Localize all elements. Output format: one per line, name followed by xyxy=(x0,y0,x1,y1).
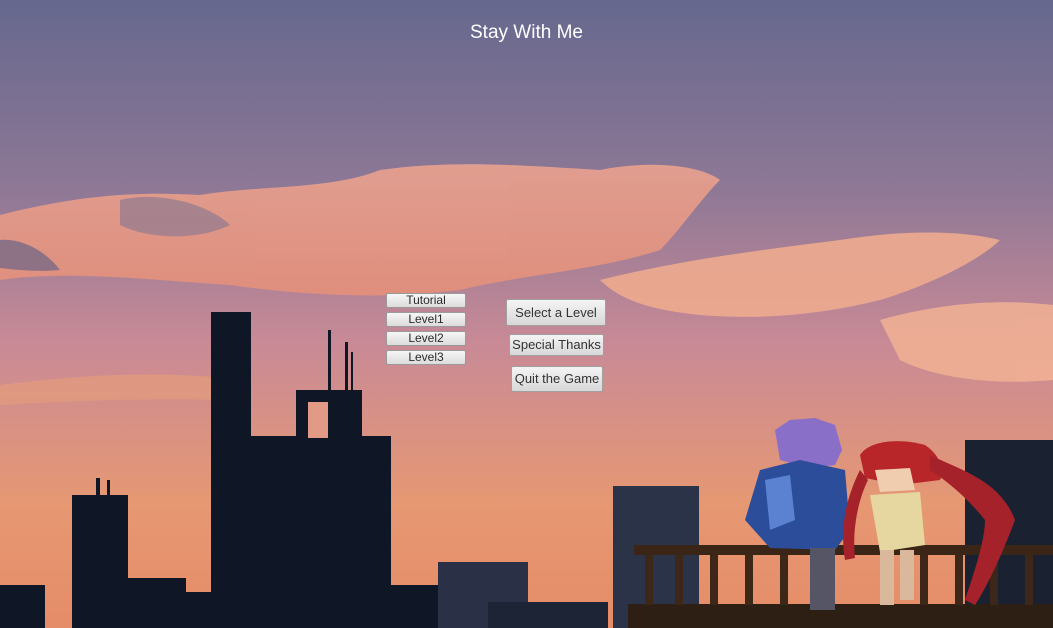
level3-button[interactable]: Level3 xyxy=(386,350,466,365)
select-level-button[interactable]: Select a Level xyxy=(506,299,606,326)
level1-button[interactable]: Level1 xyxy=(386,312,466,327)
special-thanks-button[interactable]: Special Thanks xyxy=(509,334,604,356)
game-title: Stay With Me xyxy=(470,22,583,43)
quit-game-button[interactable]: Quit the Game xyxy=(511,366,603,392)
level2-button[interactable]: Level2 xyxy=(386,331,466,346)
tutorial-button[interactable]: Tutorial xyxy=(386,293,466,308)
